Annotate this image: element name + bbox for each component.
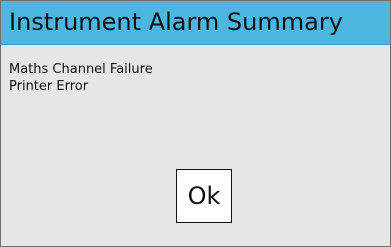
- dialog-title-bar: Instrument Alarm Summary: [1, 1, 390, 45]
- alarm-list: Maths Channel Failure Printer Error: [9, 61, 153, 95]
- ok-button[interactable]: Ok: [176, 169, 232, 223]
- alarm-item: Printer Error: [9, 79, 89, 94]
- dialog-title: Instrument Alarm Summary: [9, 8, 343, 36]
- alarm-summary-dialog: Instrument Alarm Summary Maths Channel F…: [0, 0, 391, 247]
- alarm-item: Maths Channel Failure: [9, 62, 153, 77]
